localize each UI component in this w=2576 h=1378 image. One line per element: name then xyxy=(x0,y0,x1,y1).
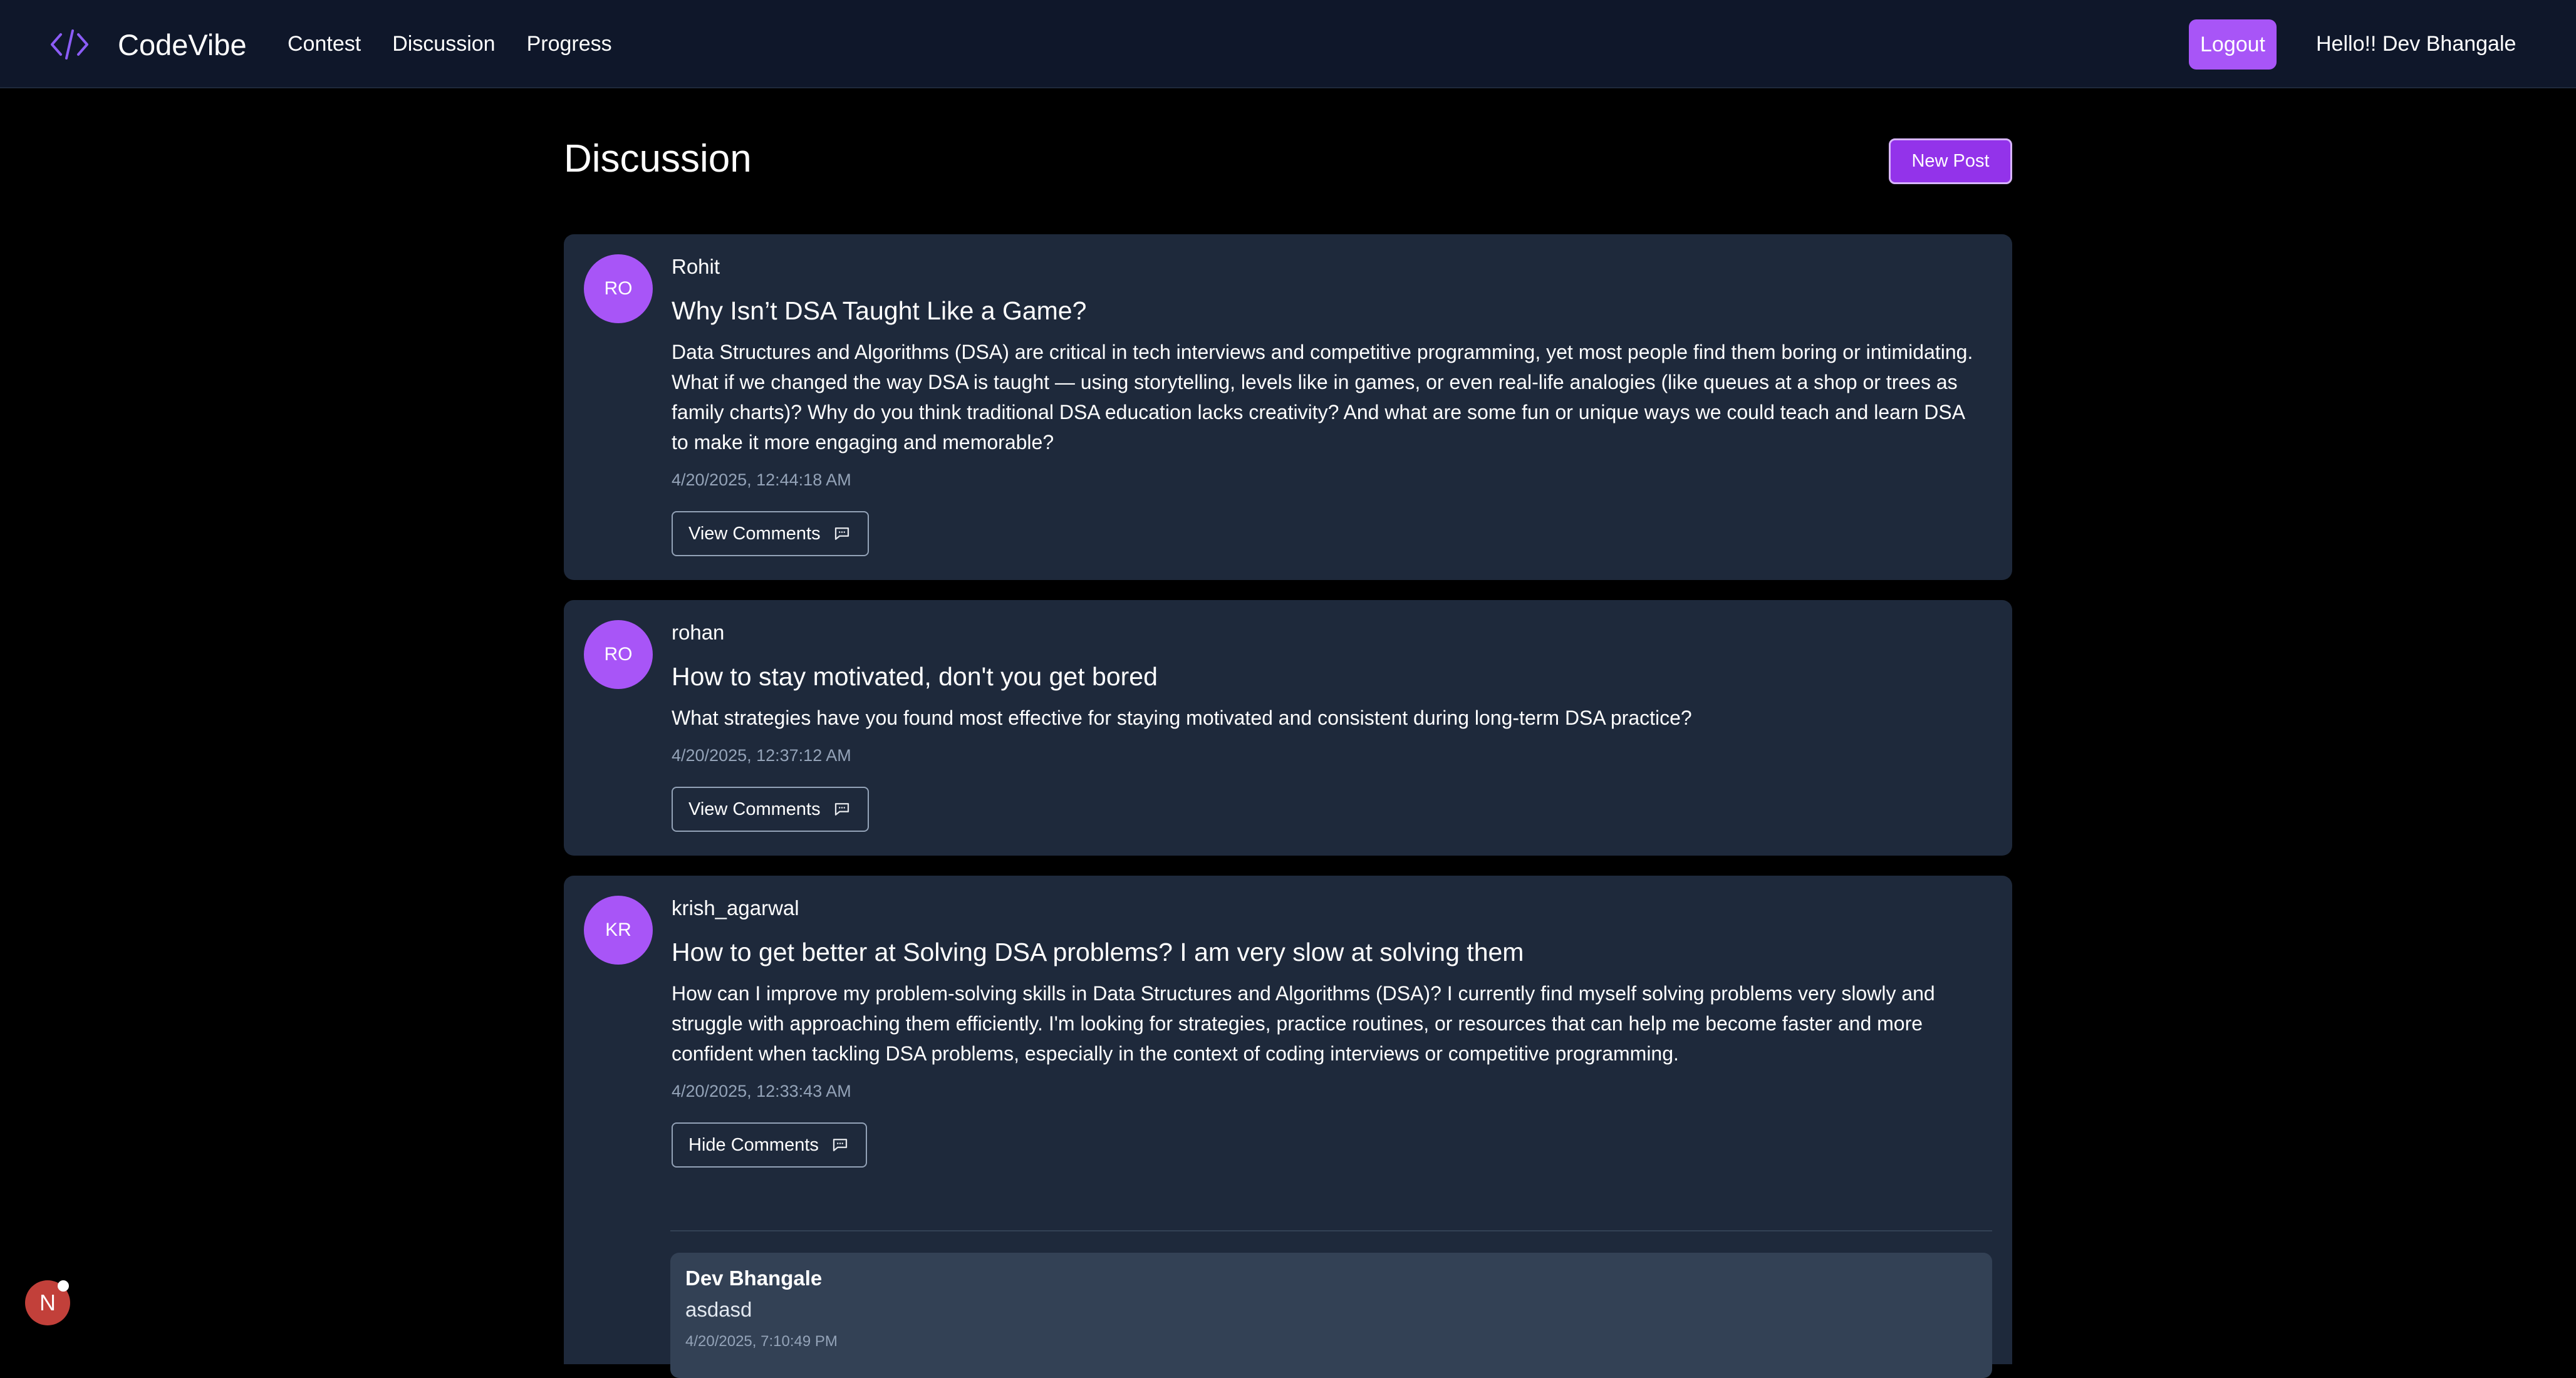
comments-divider xyxy=(670,1230,1992,1231)
post-title: Why Isn’t DSA Taught Like a Game? xyxy=(672,296,1087,325)
avatar: KR xyxy=(584,896,653,965)
post-body: Data Structures and Algorithms (DSA) are… xyxy=(672,341,1973,453)
comment-author: Dev Bhangale xyxy=(685,1267,823,1290)
chat-bubble-icon xyxy=(832,799,852,819)
post-card: RO Rohit Why Isn’t DSA Taught Like a Gam… xyxy=(564,234,2012,580)
post-timestamp: 4/20/2025, 12:33:43 AM xyxy=(672,1082,851,1101)
nav-link-progress[interactable]: Progress xyxy=(527,29,612,59)
post-card: RO rohan How to stay motivated, don't yo… xyxy=(564,600,2012,856)
nav-link-contest[interactable]: Contest xyxy=(288,29,361,59)
brand[interactable]: CodeVibe xyxy=(49,24,247,65)
comments-button-label: Hide Comments xyxy=(688,1134,819,1155)
comment-item: Dev Bhangale asdasd 4/20/2025, 7:10:49 P… xyxy=(670,1253,1992,1378)
comment-text: asdasd xyxy=(685,1298,752,1321)
comment-timestamp: 4/20/2025, 7:10:49 PM xyxy=(685,1333,838,1350)
post-author: krish_agarwal xyxy=(672,896,799,920)
chat-bubble-icon xyxy=(830,1135,850,1155)
logout-button[interactable]: Logout xyxy=(2189,19,2277,70)
notification-dot xyxy=(58,1280,69,1292)
post-content: Rohit Why Isn’t DSA Taught Like a Game? … xyxy=(672,253,1985,556)
post-title: How to get better at Solving DSA problem… xyxy=(672,938,1524,966)
post-author: Rohit xyxy=(672,255,720,278)
post-body: How can I improve my problem-solving ski… xyxy=(672,982,1935,1065)
post-timestamp: 4/20/2025, 12:44:18 AM xyxy=(672,470,851,489)
post-title: How to stay motivated, don't you get bor… xyxy=(672,662,1158,691)
top-navbar: CodeVibe Contest Discussion Progress Log… xyxy=(0,0,2576,88)
new-post-button[interactable]: New Post xyxy=(1889,138,2012,184)
view-comments-button[interactable]: View Comments xyxy=(672,511,869,556)
post-body: What strategies have you found most effe… xyxy=(672,707,1692,729)
comments-button-label: View Comments xyxy=(688,799,821,819)
post-content: rohan How to stay motivated, don't you g… xyxy=(672,619,1985,832)
post-author: rohan xyxy=(672,621,725,644)
page-title: Discussion xyxy=(564,137,752,180)
avatar: RO xyxy=(584,620,653,689)
user-greeting: Hello!! Dev Bhangale xyxy=(2316,32,2516,56)
brand-name: CodeVibe xyxy=(118,28,247,61)
view-comments-button[interactable]: View Comments xyxy=(672,787,869,832)
chat-bubble-icon xyxy=(832,524,852,544)
post-timestamp: 4/20/2025, 12:37:12 AM xyxy=(672,746,851,765)
code-icon xyxy=(49,24,90,65)
comments-button-label: View Comments xyxy=(688,523,821,544)
nav-links: Contest Discussion Progress xyxy=(288,29,612,59)
post-content: krish_agarwal How to get better at Solvi… xyxy=(672,894,1985,1168)
nav-link-discussion[interactable]: Discussion xyxy=(392,29,495,59)
avatar: RO xyxy=(584,254,653,323)
hide-comments-button[interactable]: Hide Comments xyxy=(672,1122,867,1168)
